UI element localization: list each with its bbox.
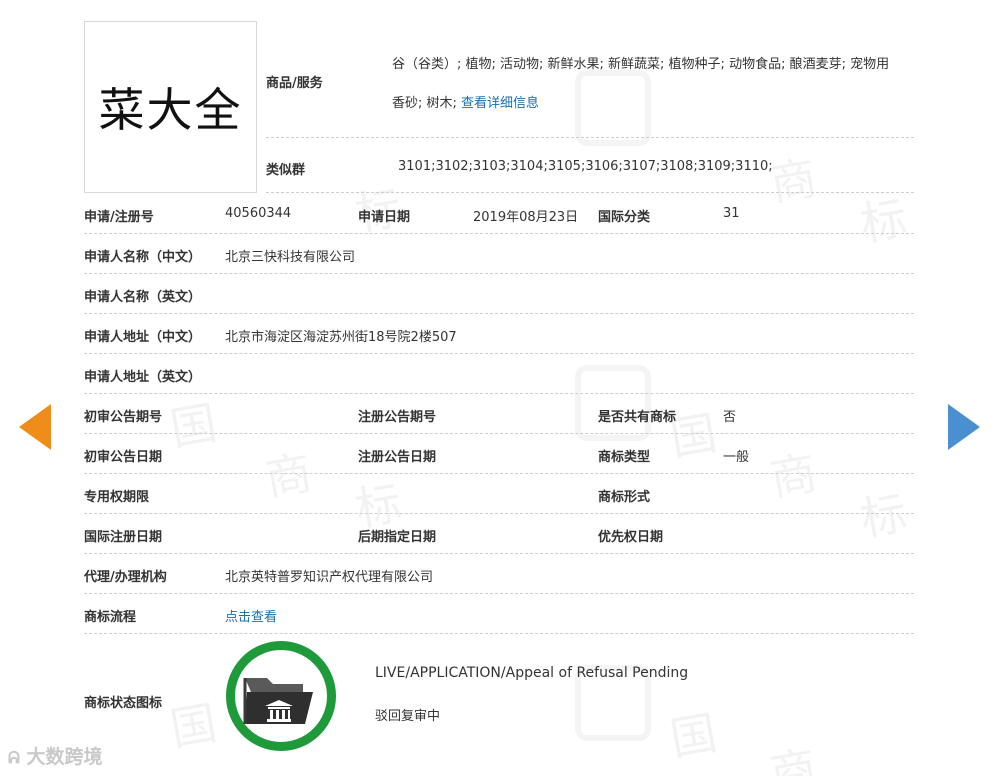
divider xyxy=(84,633,914,634)
goods-line-2: 香砂; 树木; 查看详细信息 xyxy=(392,92,539,111)
status-badge xyxy=(226,641,336,751)
trademark-logo-text: 菜大全 xyxy=(98,83,243,137)
divider xyxy=(266,192,914,193)
divider xyxy=(84,513,914,514)
priority-date-label: 优先权日期 xyxy=(598,530,664,545)
arrow-left-icon[interactable] xyxy=(19,404,51,450)
divider xyxy=(84,553,914,554)
intl-class-value: 31 xyxy=(723,206,740,221)
intl-class-label: 国际分类 xyxy=(598,210,651,225)
shared-label: 是否共有商标 xyxy=(598,410,677,425)
agent-label: 代理/办理机构 xyxy=(84,570,167,585)
applicant-cn-value: 北京三快科技有限公司 xyxy=(225,250,356,265)
process-link[interactable]: 点击查看 xyxy=(225,606,277,625)
tm-form-label: 商标形式 xyxy=(598,490,651,505)
address-en-label: 申请人地址（英文） xyxy=(84,370,202,385)
tm-type-label: 商标类型 xyxy=(598,450,651,465)
shared-value: 否 xyxy=(723,410,737,425)
app-date-label: 申请日期 xyxy=(358,210,411,225)
divider xyxy=(84,313,914,314)
exclusive-period-label: 专用权期限 xyxy=(84,490,150,505)
process-label: 商标流程 xyxy=(84,610,137,625)
prelim-issue-label: 初审公告期号 xyxy=(84,410,163,425)
reg-date-label: 注册公告日期 xyxy=(358,450,437,465)
goods-detail-link[interactable]: 查看详细信息 xyxy=(461,96,539,111)
divider xyxy=(84,433,914,434)
status-cn: 驳回复审中 xyxy=(375,709,441,724)
divider xyxy=(84,593,914,594)
brand-watermark: ᕱ 大数跨境 xyxy=(8,742,103,769)
prelim-date-label: 初审公告日期 xyxy=(84,450,163,465)
address-cn-label: 申请人地址（中文） xyxy=(84,330,202,345)
similar-group-label: 类似群 xyxy=(266,163,306,178)
similar-group-value: 3101;3102;3103;3104;3105;3106;3107;3108;… xyxy=(398,159,773,174)
reg-no-value: 40560344 xyxy=(225,206,292,221)
divider xyxy=(84,353,914,354)
agent-value: 北京英特普罗知识产权代理有限公司 xyxy=(225,570,434,585)
divider xyxy=(84,393,914,394)
reg-no-label: 申请/注册号 xyxy=(84,210,154,225)
address-cn-value: 北京市海淀区海淀苏州街18号院2楼507 xyxy=(225,330,457,345)
goods-label: 商品/服务 xyxy=(266,76,323,91)
status-en: LIVE/APPLICATION/Appeal of Refusal Pendi… xyxy=(375,665,689,681)
applicant-cn-label: 申请人名称（中文） xyxy=(84,250,202,265)
goods-line-1: 谷（谷类）; 植物; 活动物; 新鲜水果; 新鲜蔬菜; 植物种子; 动物食品; … xyxy=(392,57,890,72)
folder-court-icon xyxy=(243,678,313,724)
reg-issue-label: 注册公告期号 xyxy=(358,410,437,425)
divider xyxy=(84,233,914,234)
status-label: 商标状态图标 xyxy=(84,696,163,711)
divider xyxy=(84,273,914,274)
brand-text: 大数跨境 xyxy=(26,746,103,768)
later-designation-label: 后期指定日期 xyxy=(358,530,437,545)
goods-text: 香砂; 树木; xyxy=(392,96,457,111)
trademark-image: 菜大全 xyxy=(84,21,257,193)
intl-reg-date-label: 国际注册日期 xyxy=(84,530,163,545)
brand-logo-icon: ᕱ xyxy=(8,748,20,767)
arrow-right-icon[interactable] xyxy=(948,404,980,450)
app-date-value: 2019年08月23日 xyxy=(473,210,579,225)
applicant-en-label: 申请人名称（英文） xyxy=(84,290,202,305)
tm-type-value: 一般 xyxy=(723,450,750,465)
divider xyxy=(266,137,914,138)
divider xyxy=(84,473,914,474)
